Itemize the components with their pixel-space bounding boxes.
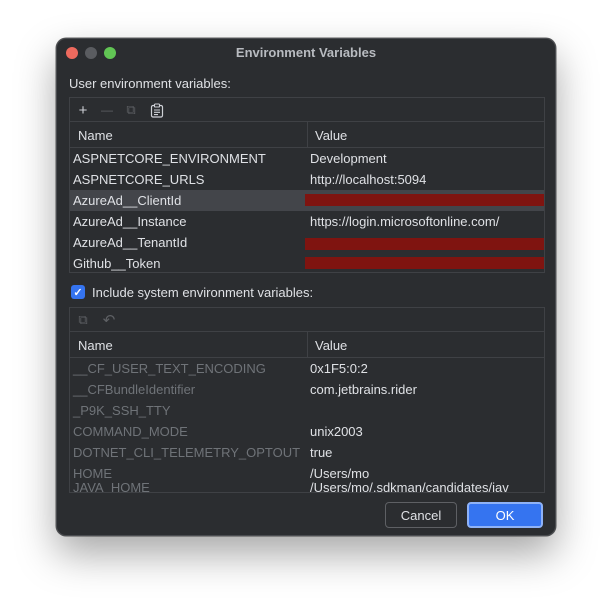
include-system-checkbox-row[interactable]: ✓ Include system environment variables:	[71, 283, 313, 301]
table-row[interactable]: ASPNETCORE_ENVIRONMENT Development	[70, 148, 544, 169]
table-row[interactable]: JAVA_HOME /Users/mo/.sdkman/candidates/j…	[70, 477, 544, 492]
variable-value: http://localhost:5094	[310, 172, 427, 187]
user-table-body: ASPNETCORE_ENVIRONMENT Development ASPNE…	[70, 148, 544, 272]
include-system-checkbox[interactable]: ✓	[71, 285, 85, 299]
variable-value: unix2003	[310, 424, 363, 439]
cancel-button[interactable]: Cancel	[385, 502, 457, 528]
name-column-header[interactable]: Name	[78, 128, 113, 143]
include-system-label[interactable]: Include system environment variables:	[92, 285, 313, 300]
undo-icon[interactable]: ↶	[100, 311, 118, 329]
environment-variables-dialog: Environment Variables User environment v…	[56, 38, 556, 536]
variable-value: /Users/mo/.sdkman/candidates/jav	[310, 480, 509, 492]
table-row[interactable]: Github__Token	[70, 253, 544, 272]
variable-name: COMMAND_MODE	[73, 424, 188, 439]
system-variables-panel: ⧉ ↶ Name Value __CF_USER_TEXT_ENCODING 0…	[69, 307, 545, 493]
variable-name: JAVA_HOME	[73, 480, 150, 492]
variable-name: AzureAd__TenantId	[73, 235, 188, 250]
variable-value: https://login.microsoftonline.com/	[310, 214, 500, 229]
system-table-body[interactable]: __CF_USER_TEXT_ENCODING 0x1F5:0:2 __CFBu…	[70, 358, 544, 492]
copy-icon[interactable]: ⧉	[122, 101, 140, 119]
add-icon[interactable]: +	[74, 101, 92, 119]
column-separator[interactable]	[307, 332, 308, 357]
variable-name: AzureAd__Instance	[73, 214, 187, 229]
table-row-selected[interactable]: AzureAd__ClientId	[70, 190, 544, 211]
remove-icon[interactable]: —	[98, 101, 116, 119]
variable-name: ASPNETCORE_URLS	[73, 172, 205, 187]
value-column-header[interactable]: Value	[315, 338, 347, 353]
user-table-header: Name Value	[70, 122, 544, 148]
table-row[interactable]: __CFBundleIdentifier com.jetbrains.rider	[70, 379, 544, 400]
redaction-bar	[305, 238, 544, 250]
table-row[interactable]: COMMAND_MODE unix2003	[70, 421, 544, 442]
name-column-header[interactable]: Name	[78, 338, 113, 353]
variable-value: com.jetbrains.rider	[310, 382, 417, 397]
variable-name: __CF_USER_TEXT_ENCODING	[73, 361, 266, 376]
system-table-header: Name Value	[70, 332, 544, 358]
table-row[interactable]: __CF_USER_TEXT_ENCODING 0x1F5:0:2	[70, 358, 544, 379]
variable-name: ASPNETCORE_ENVIRONMENT	[73, 151, 266, 166]
redaction-bar	[305, 194, 544, 206]
system-variables-toolbar: ⧉ ↶	[70, 308, 544, 332]
clipboard-icon	[150, 102, 164, 118]
copy-icon[interactable]: ⧉	[74, 311, 92, 329]
value-column-header[interactable]: Value	[315, 128, 347, 143]
title-bar: Environment Variables	[57, 39, 555, 67]
paste-icon[interactable]	[148, 101, 166, 119]
window-title: Environment Variables	[235, 45, 377, 60]
table-row[interactable]: _P9K_SSH_TTY	[70, 400, 544, 421]
variable-name: __CFBundleIdentifier	[73, 382, 196, 397]
ok-button[interactable]: OK	[467, 502, 543, 528]
variable-name: AzureAd__ClientId	[73, 193, 182, 208]
user-variables-toolbar: + — ⧉	[70, 98, 544, 122]
user-variables-panel: + — ⧉ Name Value ASPNETCORE_ENVIRONMENT	[69, 97, 545, 273]
variable-name: _P9K_SSH_TTY	[73, 403, 171, 418]
variable-value: 0x1F5:0:2	[310, 361, 368, 376]
variable-value: true	[310, 445, 333, 460]
table-row[interactable]: AzureAd__TenantId	[70, 232, 544, 253]
table-row[interactable]: DOTNET_CLI_TELEMETRY_OPTOUT true	[70, 442, 544, 463]
variable-name: DOTNET_CLI_TELEMETRY_OPTOUT	[73, 445, 301, 460]
user-variables-label: User environment variables:	[69, 76, 231, 91]
table-row[interactable]: AzureAd__Instance https://login.microsof…	[70, 211, 544, 232]
redaction-bar	[305, 257, 544, 269]
table-row[interactable]: ASPNETCORE_URLS http://localhost:5094	[70, 169, 544, 190]
variable-name: Github__Token	[73, 256, 161, 271]
variable-value: Development	[310, 151, 387, 166]
column-separator[interactable]	[307, 122, 308, 147]
